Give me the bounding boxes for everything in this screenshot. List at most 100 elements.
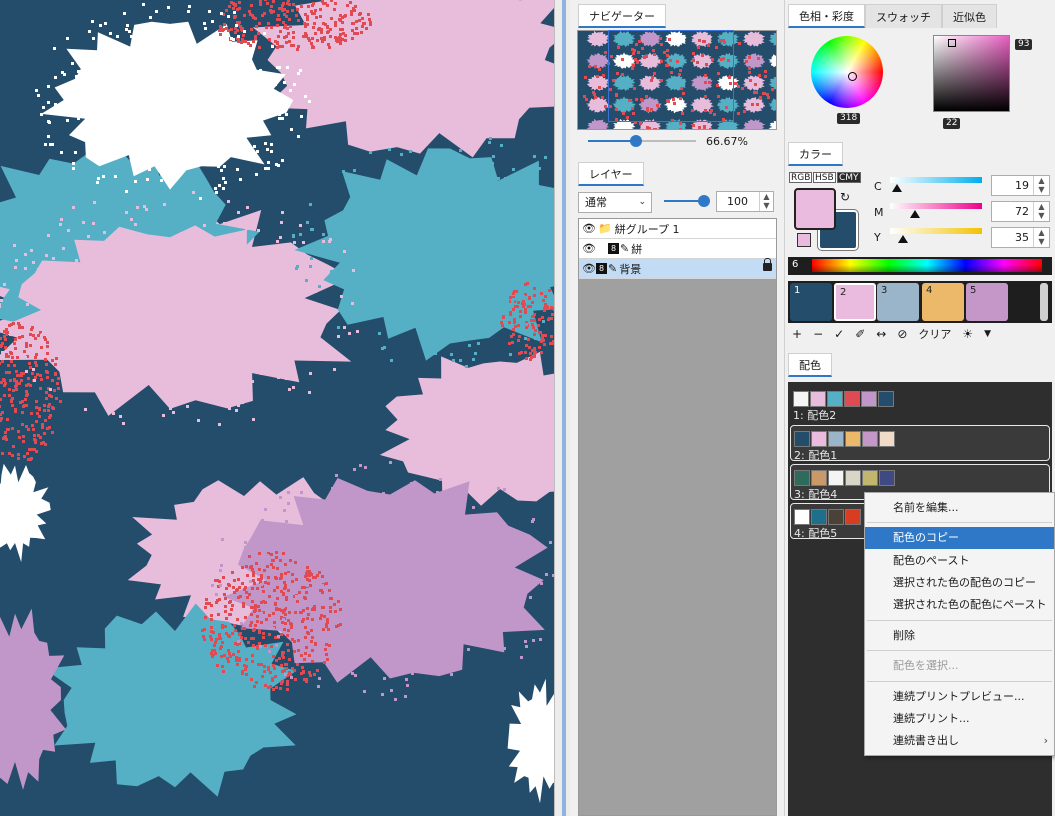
color-chip[interactable] — [794, 470, 810, 486]
color-chip[interactable] — [811, 470, 827, 486]
plus-icon[interactable]: + — [792, 327, 802, 341]
menu-item-batch-print[interactable]: 連続プリント... — [865, 708, 1054, 730]
color-chip[interactable] — [879, 431, 895, 447]
opacity-slider-knob[interactable] — [698, 195, 710, 207]
drawing-canvas[interactable] — [0, 0, 554, 816]
color-chip[interactable] — [878, 391, 894, 407]
color-chip[interactable] — [827, 391, 843, 407]
color-chip[interactable] — [845, 509, 861, 525]
color-chip[interactable] — [794, 509, 810, 525]
channel-y-spinner[interactable]: ▲ ▼ — [1033, 228, 1049, 247]
zoom-slider[interactable] — [588, 135, 696, 147]
color-chip[interactable] — [811, 509, 827, 525]
menu-item-delete[interactable]: 削除 — [865, 625, 1054, 647]
navigator-view-rect[interactable] — [608, 30, 734, 122]
sun-icon[interactable]: ☀ — [962, 327, 973, 341]
tab-color-harmony[interactable]: 配色 — [788, 353, 832, 377]
tab-hue-saturation[interactable]: 色相・彩度 — [788, 4, 865, 28]
color-chip[interactable] — [845, 470, 861, 486]
channel-c-bar[interactable] — [890, 177, 982, 183]
hue-wheel-marker[interactable] — [848, 72, 857, 81]
color-swatch[interactable]: 3 — [877, 283, 919, 321]
tab-color[interactable]: カラー — [788, 142, 843, 166]
color-chip[interactable] — [828, 470, 844, 486]
channel-m-spinner[interactable]: ▲ ▼ — [1033, 202, 1049, 221]
eye-icon[interactable]: 👁 — [582, 262, 596, 275]
swap-colors-icon[interactable]: ↻ — [840, 190, 850, 204]
clear-button[interactable]: クリア — [918, 326, 951, 342]
swatch-scrollbar[interactable] — [1040, 283, 1048, 321]
channel-c-spinner[interactable]: ▲ ▼ — [1033, 176, 1049, 195]
saturation-value-box[interactable] — [933, 35, 1010, 112]
tab-swatch[interactable]: スウォッチ — [865, 4, 942, 28]
color-chip[interactable] — [862, 431, 878, 447]
opacity-slider[interactable] — [664, 195, 710, 207]
palette-count: 6 — [792, 259, 799, 270]
harmony-chips — [794, 431, 896, 447]
channel-c-field[interactable]: 19 ▲ ▼ — [991, 175, 1050, 196]
menu-item-copy-harmony[interactable]: 配色のコピー — [865, 527, 1054, 549]
color-chip[interactable] — [828, 509, 844, 525]
tab-navigator[interactable]: ナビゲーター — [578, 4, 666, 28]
color-chip[interactable] — [793, 391, 809, 407]
channel-y-marker[interactable] — [898, 235, 908, 243]
foreground-color-swatch[interactable] — [794, 188, 836, 230]
tab-layer[interactable]: レイヤー — [578, 162, 644, 186]
menu-item-paste-harmony[interactable]: 配色のペースト — [865, 550, 1054, 572]
harmony-item[interactable]: 2: 配色1 — [790, 425, 1050, 462]
color-chip[interactable] — [862, 470, 878, 486]
zoom-slider-knob[interactable] — [629, 135, 642, 147]
channel-m-marker[interactable] — [910, 210, 920, 218]
menu-item-copy-selected-harmony[interactable]: 選択された色の配色のコピー — [865, 572, 1054, 594]
reset-colors-swatch[interactable] — [797, 233, 811, 247]
color-chip[interactable] — [828, 431, 844, 447]
harmony-item[interactable]: 1: 配色2 — [790, 386, 1050, 422]
menu-item-batch-print-preview[interactable]: 連続プリントプレビュー... — [865, 686, 1054, 708]
channel-m-field[interactable]: 72 ▲ ▼ — [991, 201, 1050, 222]
menu-item-batch-export[interactable]: 連続書き出し › — [865, 730, 1054, 752]
color-chip[interactable] — [794, 431, 810, 447]
lock-icon[interactable] — [763, 258, 772, 271]
swatch-toolbar: + − ✓ ✐ ↔ ⊘ クリア ☀ ▼ — [792, 325, 1002, 343]
blend-mode-select[interactable]: 通常 ⌄ — [578, 192, 652, 213]
channel-y-bar[interactable] — [890, 228, 982, 234]
color-chip[interactable] — [861, 391, 877, 407]
menu-item-rename[interactable]: 名前を編集... — [865, 497, 1054, 519]
channel-m-bar[interactable] — [890, 203, 982, 209]
color-swatch[interactable]: 2 — [834, 283, 876, 321]
color-swatch[interactable]: 5 — [966, 283, 1008, 321]
eye-icon[interactable]: 👁 — [582, 242, 596, 255]
mode-rgb-button[interactable]: RGB — [789, 172, 813, 183]
color-chip[interactable] — [811, 431, 827, 447]
menu-item-paste-selected-harmony[interactable]: 選択された色の配色にペースト — [865, 594, 1054, 616]
layer-row[interactable]: 👁 8 ✎ 背景 — [579, 258, 776, 279]
tab-similar-color[interactable]: 近似色 — [942, 4, 997, 28]
color-chip[interactable] — [810, 391, 826, 407]
hue-wheel[interactable] — [811, 36, 883, 108]
layer-list[interactable]: 👁 📁 絣グループ 1 👁 8 ✎ 絣 👁 8 ✎ 背景 — [578, 218, 777, 816]
opacity-field[interactable]: 100 ▲ ▼ — [716, 191, 774, 212]
dropper-icon[interactable]: ✐ — [855, 327, 865, 341]
minus-icon[interactable]: − — [813, 327, 823, 341]
channel-y-field[interactable]: 35 ▲ ▼ — [991, 227, 1050, 248]
opacity-spinner[interactable]: ▲ ▼ — [759, 192, 773, 211]
swap-icon[interactable]: ↔ — [876, 327, 886, 341]
eye-icon[interactable]: 👁 — [582, 222, 596, 235]
color-chip[interactable] — [844, 391, 860, 407]
layer-row[interactable]: 👁 8 ✎ 絣 — [579, 239, 776, 259]
zoom-slider-fill — [588, 140, 636, 142]
no-icon[interactable]: ⊘ — [897, 327, 907, 341]
color-swatch[interactable]: 4 — [922, 283, 964, 321]
saturation-value-marker[interactable] — [948, 39, 956, 47]
check-icon[interactable]: ✓ — [834, 327, 844, 341]
color-swatch[interactable]: 1 — [790, 283, 832, 321]
spectrum-gradient[interactable] — [812, 259, 1042, 272]
color-chip[interactable] — [879, 470, 895, 486]
mode-cmy-button[interactable]: CMY — [837, 172, 861, 183]
hue-spectrum-bar[interactable]: 6 — [788, 257, 1052, 275]
channel-c-marker[interactable] — [892, 184, 902, 192]
color-chip[interactable] — [845, 431, 861, 447]
chevron-down-icon[interactable]: ▼ — [984, 329, 991, 339]
layer-row[interactable]: 👁 📁 絣グループ 1 — [579, 219, 776, 239]
mode-hsb-button[interactable]: HSB — [813, 172, 836, 183]
